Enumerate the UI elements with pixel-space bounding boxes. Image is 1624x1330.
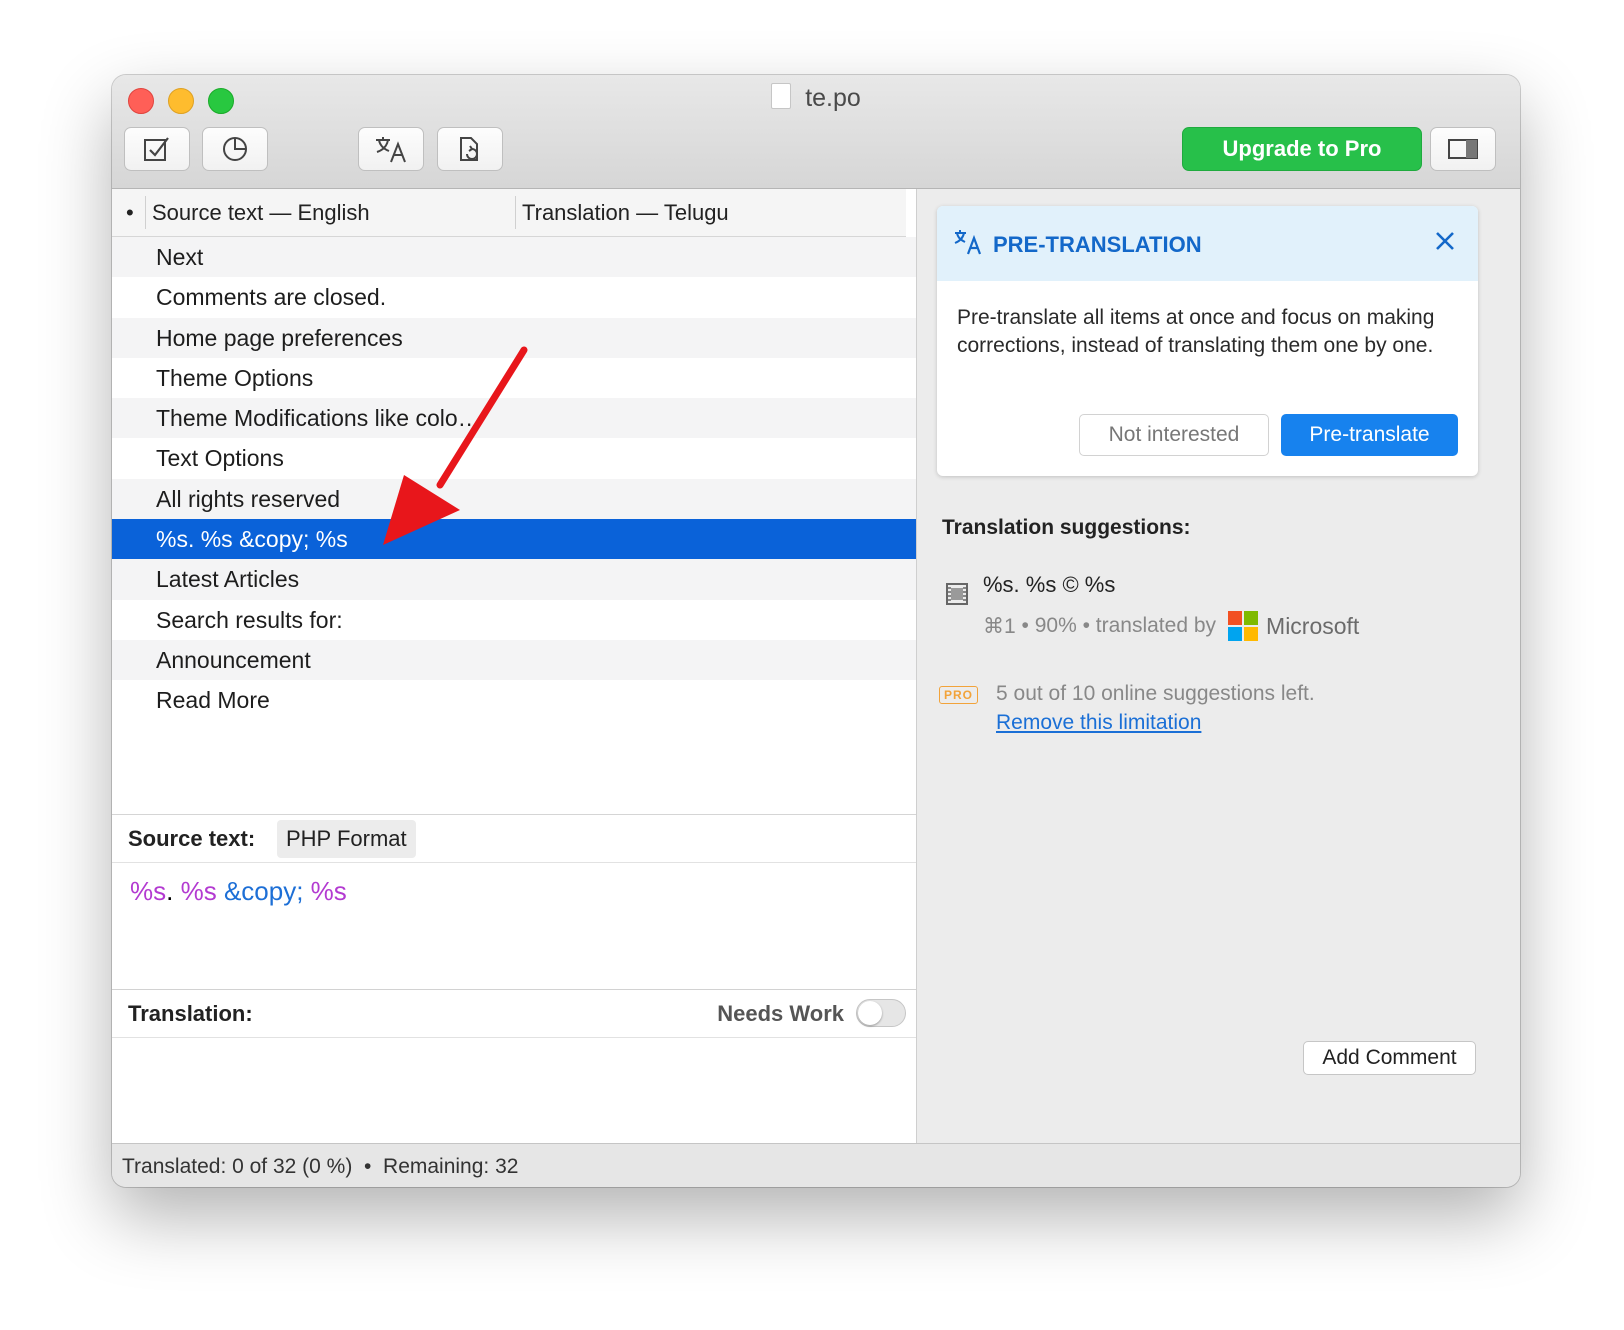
column-divider	[145, 196, 146, 229]
text-token: .	[166, 876, 181, 906]
list-item[interactable]: Home page preferences	[112, 317, 916, 358]
suggestion-text[interactable]: %s. %s © %s	[983, 572, 1115, 598]
entity-token: &copy;	[223, 876, 304, 906]
list-item-selected[interactable]: %s. %s &copy; %s	[112, 519, 916, 560]
pretranslation-header: PRE-TRANSLATION	[937, 206, 1478, 281]
remove-limitation-link[interactable]: Remove this limitation	[996, 711, 1201, 735]
title-bar: te.po Upgrade to Pro	[112, 75, 1520, 189]
list-item[interactable]: All rights reserved	[112, 478, 916, 520]
translation-column-header[interactable]: Translation — Telugu	[522, 200, 729, 226]
column-divider	[515, 196, 516, 229]
upgrade-to-pro-button[interactable]: Upgrade to Pro	[1182, 127, 1422, 171]
pretranslation-description: Pre-translate all items at once and focu…	[957, 306, 1435, 357]
toggle-sidebar-button[interactable]	[1430, 127, 1496, 171]
suggestion-limit-text: 5 out of 10 online suggestions left.	[996, 682, 1315, 705]
sidebar-toggle-icon	[1448, 139, 1478, 159]
list-item[interactable]: Next	[112, 237, 916, 278]
toggle-knob	[858, 1001, 882, 1025]
placeholder-token: %s	[310, 876, 347, 906]
checkbox-edit-icon	[144, 137, 169, 161]
translated-by-label: translated by	[1095, 614, 1217, 637]
close-icon[interactable]	[1434, 230, 1456, 252]
source-text-header: Source text: PHP Format	[112, 814, 916, 863]
list-column-header: • Source text — English Translation — Te…	[112, 189, 906, 237]
pretranslation-title: PRE-TRANSLATION	[993, 232, 1202, 257]
document-sync-icon	[460, 137, 478, 161]
source-text-content: %s. %s &copy; %s	[130, 876, 347, 907]
translation-header: Translation: Needs Work	[112, 989, 916, 1038]
pretranslate-toolbar-button[interactable]	[358, 127, 424, 171]
suggestion-meta: ⌘1 • 90% • translated by Microsoft	[983, 611, 1359, 641]
placeholder-token: %s	[180, 876, 217, 906]
sidebar: PRE-TRANSLATION Pre-translate all items …	[917, 189, 1520, 1143]
microsoft-logo-icon	[1228, 611, 1259, 641]
list-item[interactable]: Text Options	[112, 438, 916, 479]
list-item[interactable]: Announcement	[112, 639, 916, 681]
string-list: Next Comments are closed. Home page prefer…	[112, 237, 916, 721]
validate-button[interactable]	[124, 127, 190, 171]
status-column-header[interactable]: •	[126, 200, 134, 226]
meta-separator: •	[1076, 614, 1096, 637]
list-item[interactable]: Latest Articles	[112, 559, 916, 600]
source-column-header[interactable]: Source text — English	[152, 200, 370, 226]
not-interested-button[interactable]: Not interested	[1079, 414, 1269, 456]
status-text: Translated: 0 of 32 (0 %) • Remaining: 3…	[122, 1155, 519, 1178]
translation-memory-icon	[946, 583, 968, 605]
translation-label: Translation:	[128, 1001, 253, 1026]
meta-separator: •	[1015, 614, 1035, 637]
suggestions-title: Translation suggestions:	[942, 516, 1191, 539]
list-item[interactable]: Search results for:	[112, 599, 916, 640]
source-text-label: Source text:	[128, 826, 256, 851]
list-item[interactable]: Read More	[112, 680, 916, 721]
pretranslation-card: PRE-TRANSLATION Pre-translate all items …	[937, 206, 1478, 476]
app-window: te.po Upgrade to Pro • Source text — Eng…	[112, 75, 1520, 1187]
po-file-icon	[771, 83, 792, 109]
list-item[interactable]: Theme Modifications like colo…	[112, 398, 916, 439]
placeholder-token: %s	[130, 876, 167, 906]
list-item[interactable]: Comments are closed.	[112, 277, 916, 318]
pie-chart-icon	[223, 137, 247, 161]
editor-pane: • Source text — English Translation — Te…	[112, 189, 917, 1143]
suggestion-shortcut: ⌘1	[983, 614, 1016, 638]
needs-work-label: Needs Work	[717, 1001, 844, 1026]
needs-work-toggle[interactable]	[856, 999, 906, 1027]
translate-icon	[954, 230, 982, 255]
pre-translate-button[interactable]: Pre-translate	[1281, 414, 1458, 456]
status-bar: Translated: 0 of 32 (0 %) • Remaining: 3…	[112, 1143, 1520, 1187]
translation-input[interactable]	[112, 1037, 916, 1143]
pro-badge: PRO	[939, 686, 979, 704]
provider-name: Microsoft	[1266, 612, 1360, 639]
format-tag: PHP Format	[277, 820, 416, 858]
list-item[interactable]: Theme Options	[112, 357, 916, 399]
translate-icon	[376, 137, 406, 163]
window-title: te.po	[112, 83, 1520, 113]
add-comment-button[interactable]: Add Comment	[1303, 1041, 1476, 1075]
statistics-button[interactable]	[202, 127, 268, 171]
update-from-source-button[interactable]	[437, 127, 503, 171]
suggestion-match: 90%	[1034, 614, 1077, 637]
